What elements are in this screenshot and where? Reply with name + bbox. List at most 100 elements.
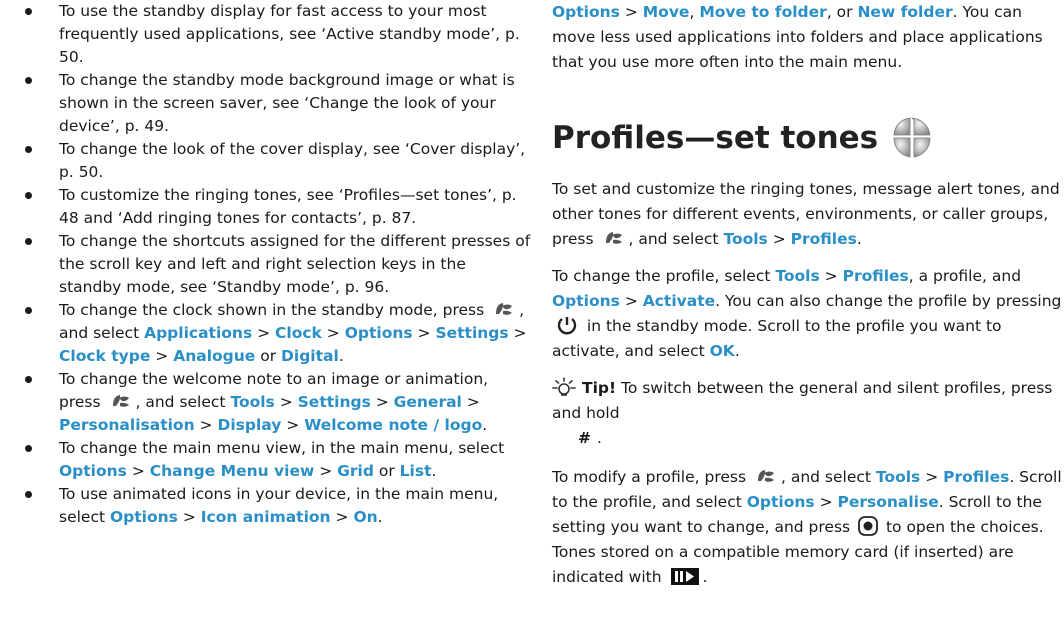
menu-path-keyword: Settings <box>297 393 371 411</box>
menu-path-keyword: Applications <box>144 324 253 342</box>
menu-path-keyword: Tools <box>230 393 275 411</box>
text-run: . <box>856 230 862 248</box>
right-column: Options > Move, Move to folder, or New f… <box>552 0 1062 590</box>
menu-path-keyword: Change Menu view <box>149 462 315 480</box>
text-run: > <box>177 508 201 526</box>
text-run: . <box>734 342 740 360</box>
text-run: To change the look of the cover display,… <box>59 140 526 181</box>
body-paragraph: To set and customize the ringing tones, … <box>552 177 1062 252</box>
menu-path-keyword: On <box>353 508 378 526</box>
menu-path-keyword: New folder <box>857 3 953 21</box>
menu-path-keyword: Clock <box>275 324 322 342</box>
menu-path-keyword: Welcome note / logo <box>304 416 483 434</box>
text-run: > <box>274 393 298 411</box>
left-column: To use the standby display for fast acce… <box>22 0 532 529</box>
text-run: > <box>314 462 338 480</box>
text-run: > <box>252 324 276 342</box>
menu-path-keyword: Move <box>642 3 690 21</box>
bullet-dot <box>25 307 32 314</box>
text-run: , <box>689 3 700 21</box>
menu-path-keyword: Options <box>552 292 620 310</box>
text-run: > <box>330 508 354 526</box>
text-run: , and select <box>135 393 231 411</box>
bullet-dot <box>25 192 32 199</box>
text-run: To change the standby mode background im… <box>59 71 515 135</box>
text-run: in the standby mode. Scroll to the profi… <box>552 317 1002 360</box>
text-run: > <box>126 462 150 480</box>
menu-key-icon <box>106 393 136 411</box>
text-run: > <box>619 292 643 310</box>
tip-text-before: To switch between the general and silent… <box>552 379 1053 422</box>
profile-paragraphs: To set and customize the ringing tones, … <box>552 177 1062 364</box>
bullet-dot <box>25 445 32 452</box>
text-run: . <box>431 462 437 480</box>
text-run: > <box>281 416 305 434</box>
menu-path-keyword: Settings <box>435 324 509 342</box>
menu-path-keyword: Digital <box>281 347 339 365</box>
body-paragraph: To change the profile, select Tools > Pr… <box>552 264 1062 364</box>
menu-path-keyword: General <box>393 393 462 411</box>
text-run: or <box>255 347 282 365</box>
menu-path-keyword: Tools <box>723 230 768 248</box>
text-run: To change the main menu view, in the mai… <box>59 439 505 457</box>
menu-path-keyword: Analogue <box>173 347 256 365</box>
text-run: > <box>619 3 643 21</box>
memory-card-icon <box>667 568 703 586</box>
text-run: . You can also change the profile by pre… <box>715 292 1062 310</box>
bullet-item: To customize the ringing tones, see ‘Pro… <box>22 184 532 230</box>
bullet-dot <box>25 77 32 84</box>
menu-path-keyword: Tools <box>775 267 820 285</box>
text-run: , or <box>826 3 858 21</box>
menu-path-keyword: Icon animation <box>200 508 331 526</box>
power-key-icon <box>552 317 582 335</box>
bullet-item: To change the standby mode background im… <box>22 69 532 138</box>
tip-label: Tip! <box>582 379 617 397</box>
bullet-dot <box>25 146 32 153</box>
menu-path-keyword: Profiles <box>790 230 857 248</box>
bullet-item: To use the standby display for fast acce… <box>22 0 532 69</box>
tip-text-after: . <box>597 429 602 447</box>
text-run: . <box>702 568 708 586</box>
menu-path-keyword: Options <box>109 508 178 526</box>
bullet-item: To use animated icons in your device, in… <box>22 483 532 529</box>
menu-path-keyword: Profiles <box>943 468 1010 486</box>
text-run: or <box>373 462 400 480</box>
text-run: > <box>370 393 394 411</box>
menu-path-keyword: Options <box>552 3 620 21</box>
menu-path-keyword: Clock type <box>59 347 151 365</box>
tip-block: Tip! To switch between the general and s… <box>552 376 1062 451</box>
text-run: , and select <box>780 468 876 486</box>
menu-path-keyword: Personalisation <box>59 416 195 434</box>
text-run: To modify a profile, press <box>552 468 751 486</box>
text-run: . <box>338 347 344 365</box>
modify-profile-paragraph: To modify a profile, press , and select … <box>552 465 1062 590</box>
bullet-item: To change the clock shown in the standby… <box>22 299 532 368</box>
scroll-key-icon <box>855 516 881 536</box>
bullet-item: To change the shortcuts assigned for the… <box>22 230 532 299</box>
text-run: To change the clock shown in the standby… <box>59 301 490 319</box>
text-run: , and select <box>628 230 724 248</box>
bullet-dot <box>25 238 32 245</box>
bullet-item: To change the welcome note to an image o… <box>22 368 532 437</box>
text-run: > <box>321 324 345 342</box>
menu-path-keyword: Grid <box>337 462 374 480</box>
menu-path-keyword: Display <box>217 416 282 434</box>
text-run: To customize the ringing tones, see ‘Pro… <box>59 186 517 227</box>
profiles-icon <box>892 115 932 161</box>
menu-path-keyword: Tools <box>875 468 921 486</box>
menu-path-keyword: List <box>399 462 432 480</box>
text-run: > <box>767 230 791 248</box>
text-run: > <box>819 267 843 285</box>
bullet-item: To change the look of the cover display,… <box>22 138 532 184</box>
menu-path-keyword: Personalise <box>837 493 939 511</box>
text-run: > <box>412 324 436 342</box>
hash-key: # <box>578 429 591 447</box>
menu-path-keyword: Profiles <box>842 267 909 285</box>
text-run: > <box>920 468 944 486</box>
text-run: > <box>508 324 527 342</box>
text-run: > <box>194 416 218 434</box>
menu-path-keyword: Move to folder <box>699 3 827 21</box>
menu-path-keyword: Options <box>59 462 127 480</box>
text-run: To use the standby display for fast acce… <box>59 2 520 66</box>
lightbulb-icon <box>552 377 576 397</box>
